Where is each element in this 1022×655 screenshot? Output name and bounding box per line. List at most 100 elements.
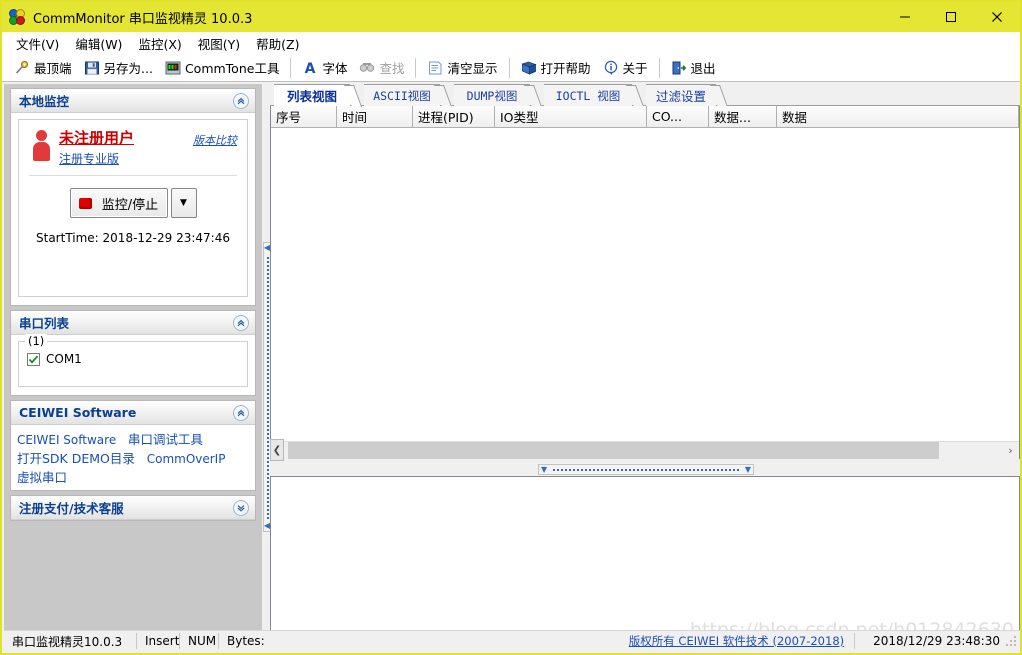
toolbar-open-help-button[interactable]: 打开帮助 bbox=[515, 57, 597, 79]
panel-title: 注册支付/技术客服 bbox=[19, 501, 124, 516]
minimize-button[interactable] bbox=[882, 2, 928, 32]
toolbar-commtone-button[interactable]: CommTone工具 bbox=[159, 57, 286, 79]
chevron-down-icon[interactable] bbox=[233, 499, 249, 516]
exit-icon bbox=[671, 60, 687, 76]
monitor-dropdown-button[interactable]: ▼ bbox=[170, 188, 197, 218]
menu-edit[interactable]: 编辑(W) bbox=[67, 32, 130, 55]
tab-ioctl-view[interactable]: IOCTL 视图 bbox=[544, 84, 645, 107]
column-header-time[interactable]: 时间 bbox=[337, 106, 413, 128]
save-icon bbox=[84, 60, 100, 76]
status-datetime: 2018/12/29 23:48:30 bbox=[873, 634, 1000, 648]
app-logo-icon bbox=[9, 8, 26, 26]
tab-dump-view[interactable]: DUMP视图 bbox=[454, 84, 543, 107]
status-bar: 串口监视精灵10.0.3 Insert NUM Bytes: 版权所有 CEIW… bbox=[4, 630, 1020, 651]
register-pro-link[interactable]: 注册专业版 bbox=[59, 150, 134, 167]
splitter-collapse-left-arrow[interactable]: ▼ bbox=[541, 465, 547, 474]
toolbar-separator bbox=[658, 57, 660, 78]
sidebar-collapse-button[interactable]: ❮ bbox=[270, 439, 284, 461]
copyright-link[interactable]: 版权所有 CEIWEI 软件技术 (2007-2018) bbox=[629, 633, 844, 649]
menu-monitor[interactable]: 监控(X) bbox=[130, 32, 189, 55]
monitor-start-stop-button[interactable]: 监控/停止 bbox=[69, 188, 168, 218]
menu-bar: 文件(V) 编辑(W) 监控(X) 视图(Y) 帮助(Z) bbox=[2, 32, 1020, 54]
link-commoverip[interactable]: CommOverIP bbox=[143, 448, 230, 470]
user-status-row: 未注册用户 注册专业版 版本比较 bbox=[29, 128, 237, 167]
toolbar-label: 清空显示 bbox=[447, 61, 498, 76]
list-item[interactable]: COM1 bbox=[27, 352, 239, 366]
splitter-grip-dots bbox=[267, 257, 269, 519]
resize-grip-icon[interactable] bbox=[1006, 634, 1020, 648]
chevron-up-icon[interactable] bbox=[233, 92, 249, 109]
list-view-horizontal-scrollbar[interactable]: ‹ › bbox=[271, 441, 1019, 459]
tab-list-view[interactable]: 列表视图 bbox=[274, 84, 363, 107]
detail-pane[interactable] bbox=[270, 476, 1020, 632]
menu-help[interactable]: 帮助(Z) bbox=[248, 32, 307, 55]
menu-view[interactable]: 视图(Y) bbox=[190, 32, 248, 55]
splitter-collapse-up-arrow[interactable]: ◀ bbox=[264, 244, 270, 252]
version-compare-link[interactable]: 版本比较 bbox=[193, 128, 237, 148]
toolbar-label: 最顶端 bbox=[34, 61, 72, 76]
com-port-label: COM1 bbox=[46, 352, 82, 366]
status-num-lock: NUM bbox=[188, 634, 217, 648]
horizontal-splitter-bar[interactable]: ▼ ▼ bbox=[538, 464, 754, 475]
maximize-button[interactable] bbox=[928, 2, 974, 32]
tab-label: ASCII视图 bbox=[373, 88, 431, 103]
status-insert-mode: Insert bbox=[145, 634, 180, 648]
panel-local-monitor-body: 未注册用户 注册专业版 版本比较 监控/停止 ▼ StartTime: 2018… bbox=[11, 113, 255, 305]
chevron-left-icon: ❮ bbox=[272, 444, 282, 456]
chevron-up-icon[interactable] bbox=[233, 404, 249, 421]
column-header-data[interactable]: 数据 bbox=[777, 106, 1019, 128]
panel-ceiwei-software-header[interactable]: CEIWEI Software bbox=[11, 401, 255, 425]
panel-title: CEIWEI Software bbox=[19, 405, 137, 420]
panel-local-monitor-header[interactable]: 本地监控 bbox=[11, 89, 255, 113]
column-header-io-type[interactable]: IO类型 bbox=[495, 106, 647, 128]
close-button[interactable] bbox=[974, 2, 1020, 32]
scrollbar-track[interactable] bbox=[288, 441, 1002, 459]
tab-ascii-view[interactable]: ASCII视图 bbox=[364, 84, 453, 107]
panel-com-list-header[interactable]: 串口列表 bbox=[11, 311, 255, 335]
toolbar-find-button[interactable]: 查找 bbox=[353, 57, 410, 79]
local-monitor-card: 未注册用户 注册专业版 版本比较 监控/停止 ▼ StartTime: 2018… bbox=[18, 119, 248, 297]
scrollbar-thumb[interactable] bbox=[288, 441, 939, 459]
panel-ceiwei-software: CEIWEI Software CEIWEI Software 串口调试工具 打… bbox=[10, 400, 256, 491]
column-header-data-len[interactable]: 数据... bbox=[709, 106, 777, 128]
stop-square-icon bbox=[78, 197, 92, 209]
toolbar-always-on-top-button[interactable]: 最顶端 bbox=[8, 57, 78, 79]
list-view: 序号 时间 进程(PID) IO类型 CO... 数据... 数据 ‹ › bbox=[270, 106, 1020, 459]
toolbar-exit-button[interactable]: 退出 bbox=[665, 57, 722, 79]
column-header-com[interactable]: CO... bbox=[647, 106, 709, 128]
panel-register-support-header[interactable]: 注册支付/技术客服 bbox=[11, 496, 255, 520]
tab-filter-settings[interactable]: 过滤设置 bbox=[646, 84, 729, 107]
find-icon bbox=[359, 60, 375, 76]
unregistered-user-label: 未注册用户 bbox=[59, 129, 135, 147]
tab-skew bbox=[625, 85, 645, 107]
commtone-icon bbox=[165, 60, 181, 76]
toolbar-label: 另存为... bbox=[103, 61, 153, 76]
panel-com-list: 串口列表 (1) COM1 bbox=[10, 310, 256, 396]
main-content: 列表视图 ASCII视图 DUMP视图 IOCTL 视图 过滤设置 序号 时间 … bbox=[270, 84, 1020, 632]
column-header-process[interactable]: 进程(PID) bbox=[413, 106, 495, 128]
chevron-up-icon[interactable] bbox=[233, 314, 249, 331]
checkbox-checked-icon[interactable] bbox=[27, 352, 40, 366]
toolbar-save-as-button[interactable]: 另存为... bbox=[78, 57, 159, 79]
menu-file[interactable]: 文件(V) bbox=[8, 32, 67, 55]
toolbar-label: 退出 bbox=[690, 61, 716, 76]
monitor-button-label: 监控/停止 bbox=[101, 197, 159, 213]
toolbar-font-button[interactable]: A 字体 bbox=[296, 57, 353, 79]
help-book-icon bbox=[520, 60, 537, 76]
scroll-right-arrow-icon[interactable]: › bbox=[1002, 441, 1019, 459]
title-bar: CommMonitor 串口监视精灵 10.0.3 bbox=[2, 2, 1020, 32]
tab-label: DUMP视图 bbox=[466, 88, 518, 103]
panel-register-support: 注册支付/技术客服 bbox=[10, 495, 256, 521]
toolbar-about-button[interactable]: 关于 bbox=[597, 57, 654, 79]
link-virtual-serial[interactable]: 虚拟串口 bbox=[13, 466, 71, 489]
panel-title: 串口列表 bbox=[19, 316, 70, 331]
status-separator bbox=[854, 633, 856, 649]
splitter-collapse-right-arrow[interactable]: ▼ bbox=[745, 465, 751, 474]
splitter-collapse-down-arrow[interactable]: ◀ bbox=[264, 522, 270, 530]
column-header-seq[interactable]: 序号 bbox=[271, 106, 337, 128]
horizontal-splitter[interactable]: ▼ ▼ bbox=[270, 463, 1020, 476]
tab-skew bbox=[343, 85, 363, 107]
list-view-body[interactable] bbox=[271, 128, 1019, 436]
toolbar-clear-display-button[interactable]: 清空显示 bbox=[421, 57, 503, 79]
com-port-group: (1) COM1 bbox=[18, 334, 248, 387]
